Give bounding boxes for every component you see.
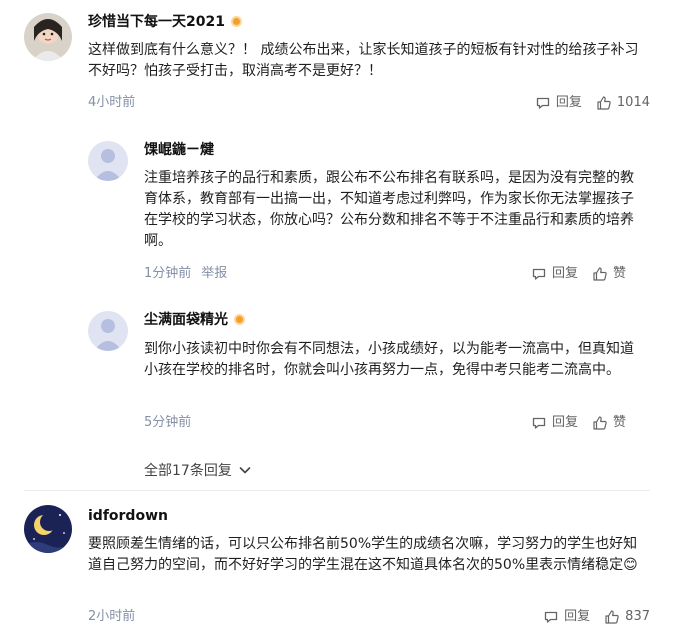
reply-button[interactable]: 回复 bbox=[531, 414, 578, 432]
avatar[interactable] bbox=[88, 311, 128, 351]
reply-username[interactable]: 尘满面袋精光 bbox=[144, 310, 245, 330]
like-button[interactable]: 赞 bbox=[592, 414, 626, 432]
comment-text: 要照顾差生情绪的话，可以只公布排名前50%学生的成绩名次嘛，学习努力的学生也好知… bbox=[88, 536, 638, 573]
like-button[interactable]: 赞 bbox=[592, 265, 626, 283]
comment-time: 2小时前 bbox=[88, 609, 136, 624]
comment-time: 4小时前 bbox=[88, 95, 136, 110]
reply-icon bbox=[532, 268, 546, 280]
reply-time: 5分钟前 bbox=[144, 415, 192, 430]
comment-thread: 珍惜当下每一天2021 这样做到底有什么意义？！ 成绩公布出来，让家长知道孩子的… bbox=[0, 0, 674, 637]
like-icon bbox=[593, 416, 607, 430]
comment-username[interactable]: 珍惜当下每一天2021 bbox=[88, 12, 242, 32]
like-icon bbox=[597, 96, 611, 110]
reply-icon bbox=[536, 97, 550, 109]
avatar[interactable] bbox=[24, 505, 72, 553]
reply-username[interactable]: 馃崐鍦ㄧ煡 bbox=[144, 140, 214, 160]
report-button[interactable]: 举报 bbox=[201, 266, 227, 281]
comment-actions: 回复 1014 bbox=[535, 94, 650, 112]
reply-icon bbox=[545, 611, 558, 623]
emoji: 😊 bbox=[623, 557, 638, 573]
expand-replies-button[interactable]: 全部17条回复 bbox=[144, 460, 252, 480]
reply-text: 到你小孩读初中时你会有不同想法，小孩成绩好，以为能考一流高中，但真知道小孩在学校… bbox=[144, 341, 634, 378]
reply-button[interactable]: 回复 bbox=[543, 608, 590, 626]
like-button[interactable]: 1014 bbox=[596, 94, 650, 112]
avatar[interactable] bbox=[24, 13, 72, 61]
like-icon bbox=[605, 610, 619, 624]
reply-button[interactable]: 回复 bbox=[531, 265, 578, 283]
chevron-down-icon bbox=[239, 467, 251, 474]
comment-text: 这样做到底有什么意义？！ 成绩公布出来，让家长知道孩子的短板有针对性的给孩子补习… bbox=[88, 42, 639, 79]
like-icon bbox=[593, 267, 607, 281]
avatar[interactable] bbox=[88, 141, 128, 181]
reply-meta: 1分钟前 举报 bbox=[144, 265, 227, 283]
expand-replies-label: 全部17条回复 bbox=[144, 463, 232, 479]
reply-actions: 回复 赞 bbox=[531, 414, 626, 432]
badge-icon bbox=[230, 16, 242, 27]
divider bbox=[24, 490, 650, 491]
reply-text: 注重培养孩子的品行和素质，跟公布不公布排名有联系吗，是因为没有完整的教育体系，教… bbox=[144, 170, 634, 249]
comment-username[interactable]: idfordown bbox=[88, 506, 168, 526]
comment-actions: 回复 837 bbox=[543, 608, 650, 626]
reply-time: 1分钟前 bbox=[144, 266, 192, 281]
reply-button[interactable]: 回复 bbox=[535, 94, 582, 112]
reply-actions: 回复 赞 bbox=[531, 265, 626, 283]
reply-icon bbox=[532, 417, 546, 429]
like-button[interactable]: 837 bbox=[604, 608, 650, 626]
badge-icon bbox=[234, 314, 245, 325]
